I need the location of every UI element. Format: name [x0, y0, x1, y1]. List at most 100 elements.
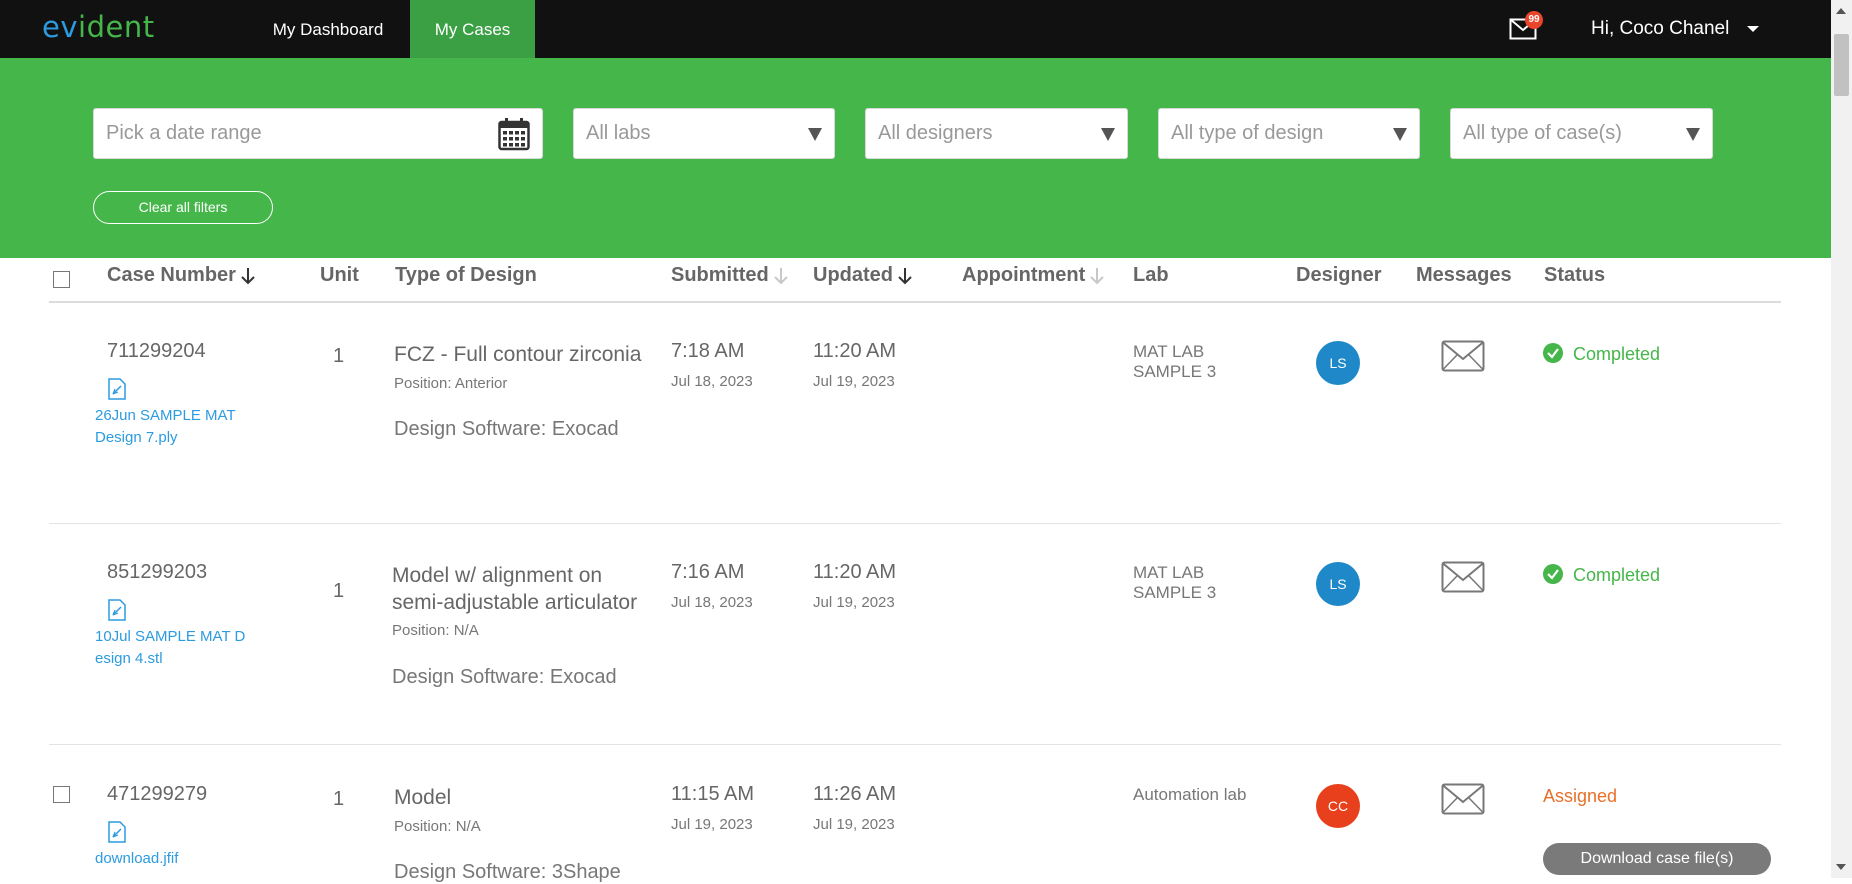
caret-down-icon[interactable]	[1747, 26, 1759, 32]
status-assigned: Assigned	[1543, 786, 1618, 806]
case-file-link[interactable]: download.jfif	[95, 848, 250, 870]
updated-date: Jul 19, 2023	[813, 594, 895, 611]
updated-date: Jul 19, 2023	[813, 373, 895, 390]
sort-down-icon[interactable]	[897, 266, 913, 286]
header-designer: Designer	[1296, 264, 1382, 286]
download-case-files-button[interactable]: Download case file(s)	[1543, 843, 1771, 875]
row-divider	[49, 523, 1781, 524]
updated-time: 11:20 AM	[813, 561, 897, 583]
designer-avatar: LS	[1316, 562, 1360, 606]
date-range-input[interactable]: Pick a date range	[93, 108, 543, 159]
designers-select[interactable]: All designers	[865, 108, 1128, 159]
status-label: Completed	[1573, 344, 1661, 364]
dropdown-arrow-icon	[1686, 128, 1700, 141]
scroll-up-arrow-icon[interactable]	[1836, 8, 1846, 14]
vertical-scrollbar[interactable]	[1831, 0, 1852, 878]
top-navbar: evident My Dashboard My Cases 99 Hi, Coc…	[0, 0, 1852, 58]
case-type-select[interactable]: All type of case(s)	[1450, 108, 1713, 159]
dropdown-arrow-icon	[1393, 128, 1407, 141]
submitted-date: Jul 19, 2023	[671, 816, 753, 833]
case-file-link[interactable]: 10Jul SAMPLE MAT Design 4.stl	[95, 626, 250, 670]
status-completed: Completed	[1543, 564, 1660, 586]
logo-text-part1: ev	[42, 10, 79, 44]
envelope-icon[interactable]	[1441, 340, 1485, 372]
updated-time: 11:26 AM	[813, 783, 897, 805]
case-type-select-value: All type of case(s)	[1463, 122, 1622, 144]
sort-down-icon[interactable]	[240, 266, 256, 286]
dropdown-arrow-icon	[1101, 128, 1115, 141]
header-divider	[49, 301, 1781, 303]
header-case-number[interactable]: Case Number	[107, 264, 256, 287]
submitted-date: Jul 18, 2023	[671, 373, 753, 390]
design-type-select[interactable]: All type of design	[1158, 108, 1420, 159]
file-icon[interactable]	[106, 598, 128, 622]
case-number[interactable]: 851299203	[107, 561, 207, 584]
case-number[interactable]: 471299279	[107, 783, 207, 806]
nav-my-cases[interactable]: My Cases	[410, 0, 535, 58]
design-software: Design Software: Exocad	[392, 666, 617, 688]
header-appointment[interactable]: Appointment	[962, 264, 1105, 287]
lab-name: Automation lab	[1133, 785, 1247, 804]
lab-name: MAT LAB SAMPLE 3	[1133, 342, 1217, 381]
calendar-icon[interactable]	[498, 117, 530, 151]
submitted-date: Jul 18, 2023	[671, 594, 753, 611]
select-all-checkbox[interactable]	[53, 271, 70, 288]
designer-avatar: CC	[1316, 784, 1360, 828]
header-case-number-label: Case Number	[107, 264, 236, 286]
header-status: Status	[1544, 264, 1606, 286]
header-submitted[interactable]: Submitted	[671, 264, 789, 287]
user-menu[interactable]: Hi, Coco Chanel	[1591, 0, 1729, 58]
design-type: Model	[394, 786, 452, 809]
header-updated[interactable]: Updated	[813, 264, 913, 287]
design-type-select-value: All type of design	[1171, 122, 1324, 144]
header-lab: Lab	[1133, 264, 1169, 286]
file-icon[interactable]	[106, 820, 128, 844]
date-range-placeholder: Pick a date range	[106, 122, 262, 144]
sort-down-icon[interactable]	[773, 266, 789, 286]
designer-avatar: LS	[1316, 341, 1360, 385]
submitted-time: 11:15 AM	[671, 783, 755, 805]
scroll-down-arrow-icon[interactable]	[1836, 864, 1846, 870]
design-software: Design Software: Exocad	[394, 418, 619, 440]
design-type: Model w/ alignment on semi-adjustable ar…	[392, 564, 638, 614]
header-updated-label: Updated	[813, 264, 893, 286]
header-type-of-design: Type of Design	[395, 264, 537, 286]
unread-count-badge: 99	[1525, 11, 1543, 29]
submitted-time: 7:16 AM	[671, 561, 745, 583]
check-circle-icon	[1543, 343, 1563, 363]
evident-logo[interactable]: evident	[42, 10, 155, 44]
clear-filters-button[interactable]: Clear all filters	[93, 191, 273, 224]
logo-text-part2: ident	[78, 10, 155, 44]
filter-panel: Pick a date range All labs All designers…	[0, 58, 1831, 258]
dropdown-arrow-icon	[808, 128, 822, 141]
header-messages: Messages	[1416, 264, 1512, 286]
labs-select[interactable]: All labs	[573, 108, 835, 159]
row-select-checkbox[interactable]	[53, 786, 70, 803]
file-icon[interactable]	[106, 377, 128, 401]
status-completed: Completed	[1543, 343, 1660, 365]
scrollbar-thumb[interactable]	[1834, 34, 1849, 96]
row-divider	[49, 744, 1781, 745]
nav-my-dashboard[interactable]: My Dashboard	[260, 0, 396, 58]
unit-value: 1	[333, 345, 345, 367]
lab-name: MAT LAB SAMPLE 3	[1133, 563, 1217, 602]
design-position: Position: N/A	[394, 818, 481, 835]
design-software: Design Software: 3Shape	[394, 861, 621, 883]
header-appointment-label: Appointment	[962, 264, 1086, 286]
unit-value: 1	[333, 580, 345, 602]
check-circle-icon	[1543, 564, 1563, 584]
case-number[interactable]: 711299204	[107, 340, 206, 363]
submitted-time: 7:18 AM	[671, 340, 745, 362]
labs-select-value: All labs	[586, 122, 651, 144]
envelope-icon[interactable]	[1441, 783, 1485, 815]
designers-select-value: All designers	[878, 122, 993, 144]
unit-value: 1	[333, 788, 345, 810]
header-submitted-label: Submitted	[671, 264, 769, 286]
header-unit: Unit	[320, 264, 359, 286]
sort-down-icon[interactable]	[1089, 266, 1105, 286]
design-type: FCZ - Full contour zirconia	[394, 343, 642, 366]
updated-time: 11:20 AM	[813, 340, 897, 362]
case-file-link[interactable]: 26Jun SAMPLE MAT Design 7.ply	[95, 405, 250, 449]
envelope-icon[interactable]	[1441, 561, 1485, 593]
design-position: Position: Anterior	[394, 375, 508, 392]
